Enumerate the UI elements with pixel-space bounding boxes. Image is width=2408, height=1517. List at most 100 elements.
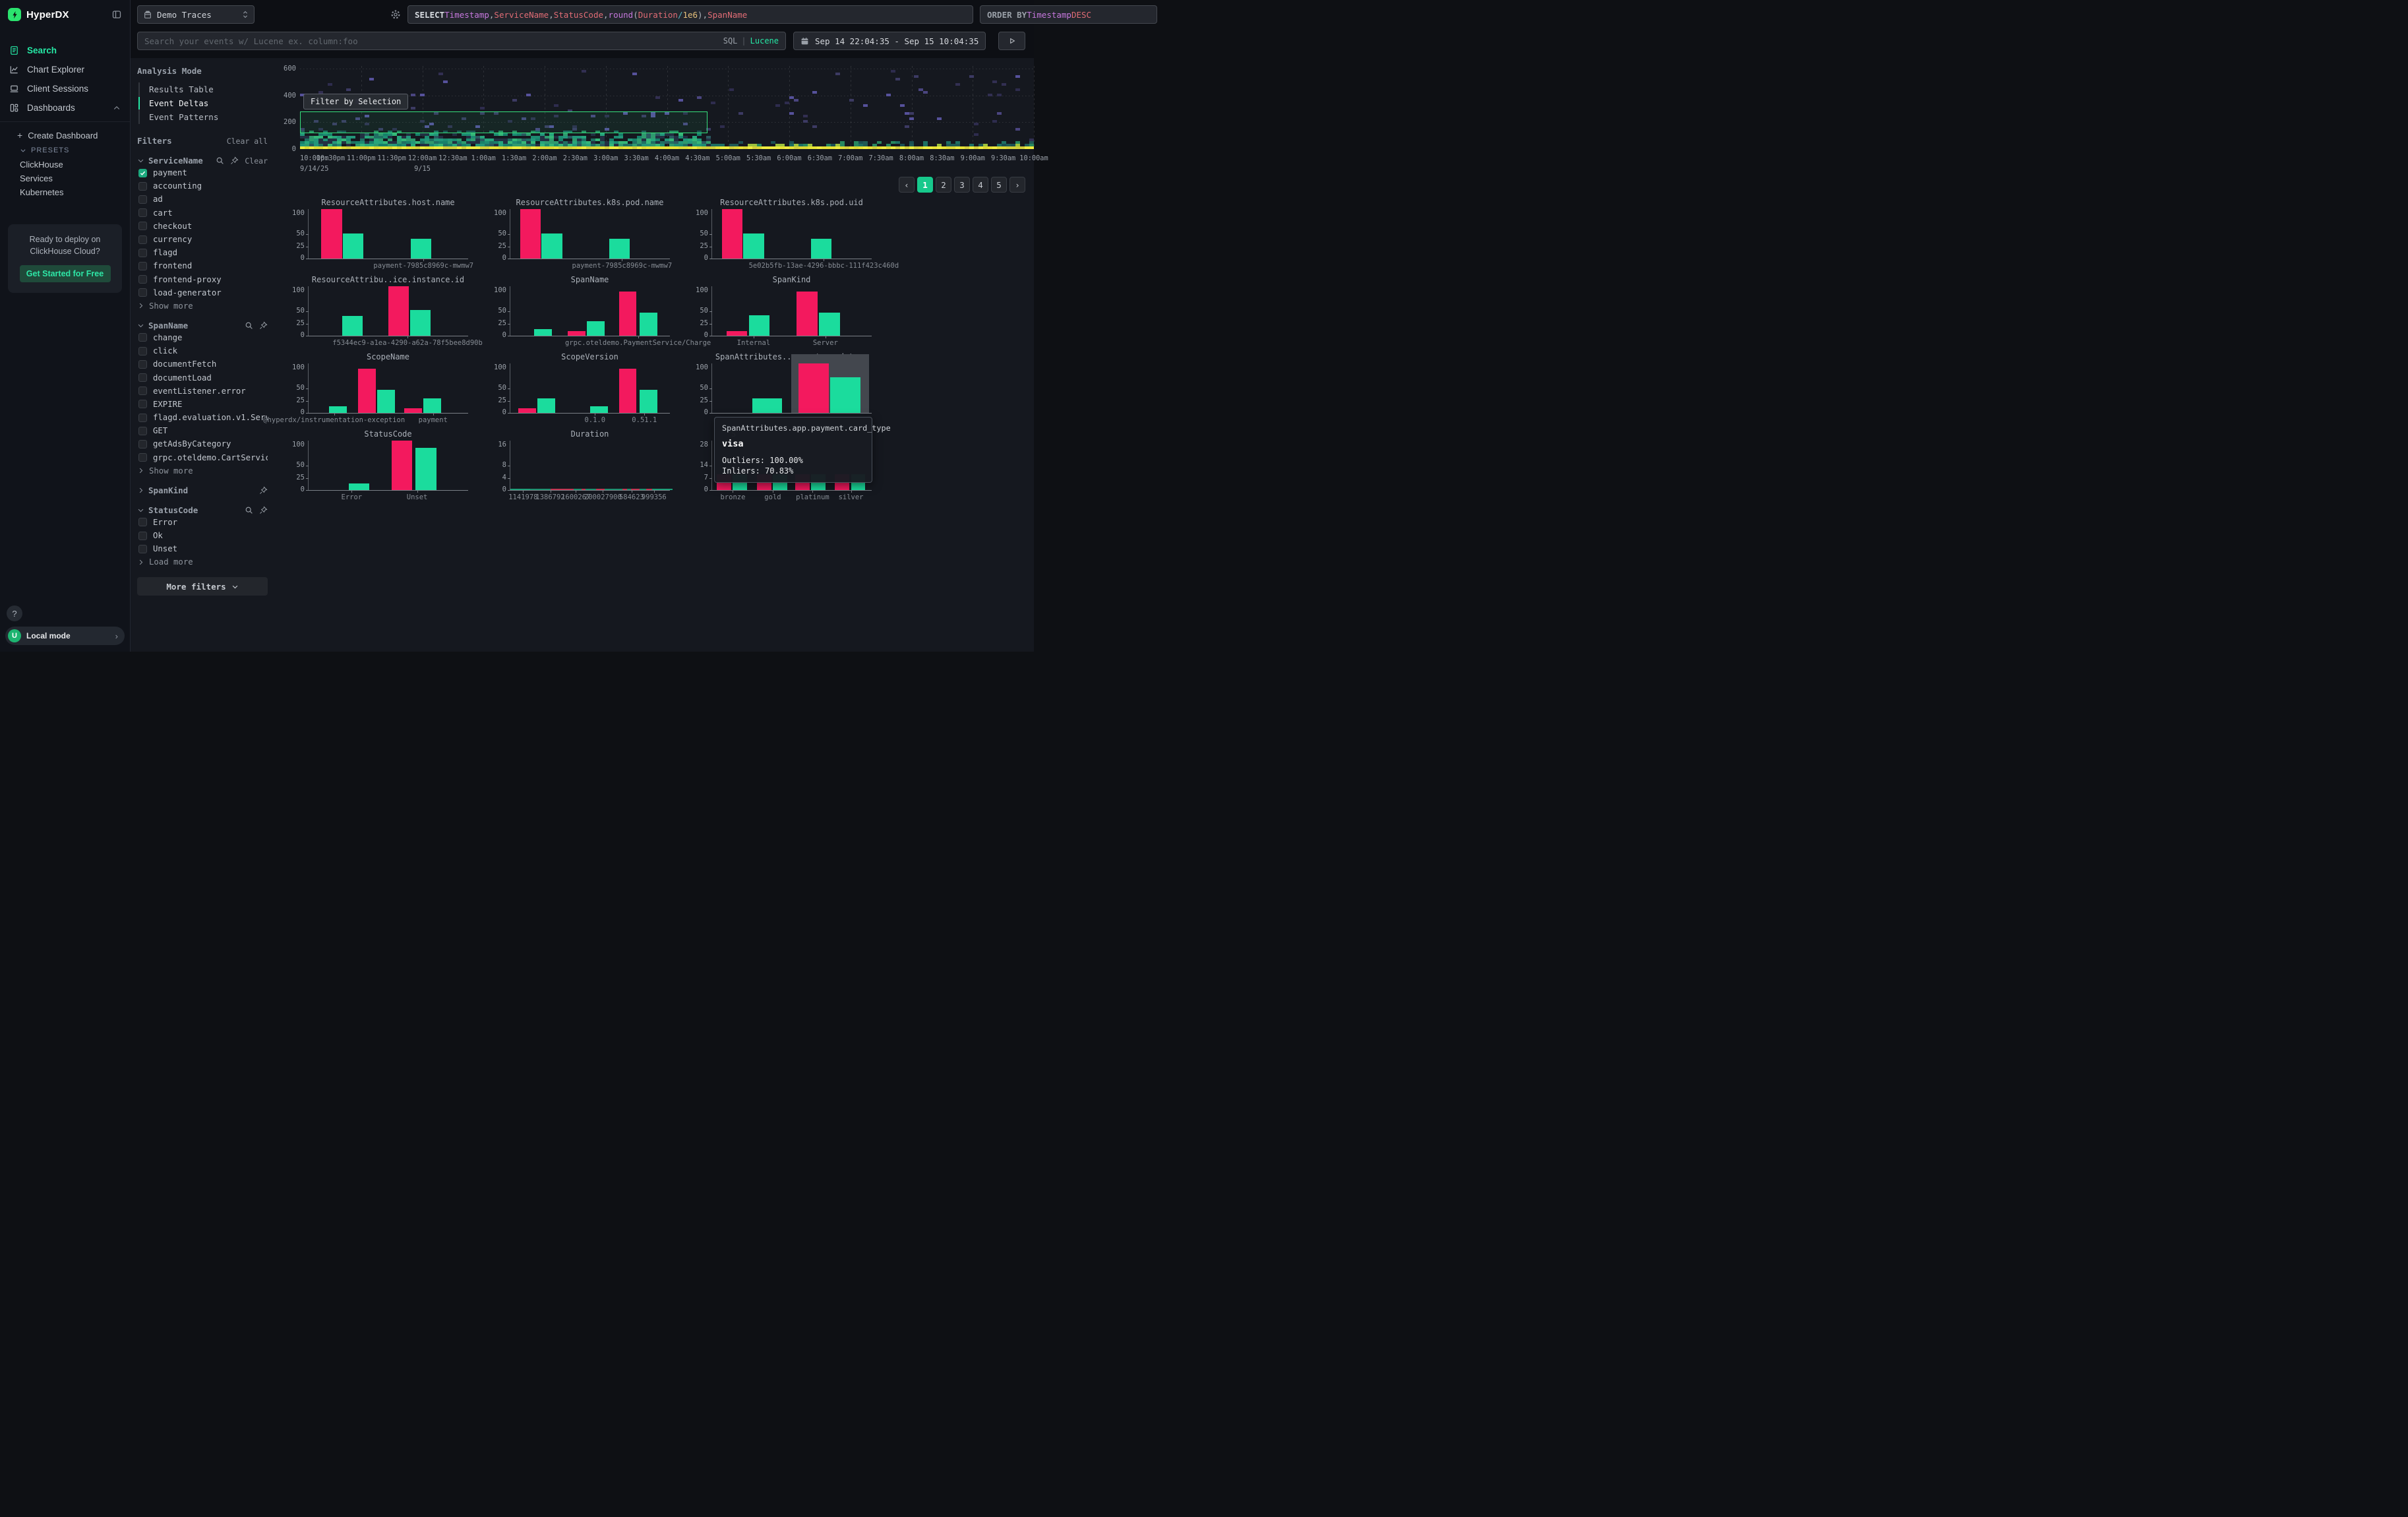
filter-checkbox-frontend[interactable]: frontend xyxy=(137,260,268,272)
chevron-down-icon[interactable] xyxy=(137,157,144,164)
filter-checkbox-grpc-oteldemo-cartservic-[interactable]: grpc.oteldemo.CartServic… xyxy=(137,452,268,464)
filter-checkbox-ad[interactable]: ad xyxy=(137,193,268,205)
sidebar-preset-services[interactable]: Services xyxy=(0,171,130,185)
filter-checkbox-unset[interactable]: Unset xyxy=(137,543,268,555)
outlier-bar[interactable] xyxy=(518,408,536,413)
inlier-bar[interactable] xyxy=(423,398,441,414)
filter-checkbox-frontend-proxy[interactable]: frontend-proxy xyxy=(137,274,268,286)
checkbox[interactable] xyxy=(138,373,147,382)
outlier-bar[interactable] xyxy=(619,369,637,413)
sidebar-preset-kubernetes[interactable]: Kubernetes xyxy=(0,185,130,199)
local-mode-button[interactable]: U Local mode › xyxy=(5,627,125,645)
search-icon[interactable] xyxy=(216,156,224,165)
inlier-bar[interactable] xyxy=(749,315,769,336)
help-button[interactable]: ? xyxy=(7,605,22,621)
filter-section-title[interactable]: SpanName xyxy=(148,321,239,330)
outlier-bar[interactable] xyxy=(797,292,817,336)
events-heatmap[interactable] xyxy=(300,66,1034,149)
checkbox[interactable] xyxy=(138,360,147,369)
gear-icon[interactable] xyxy=(390,9,401,20)
inlier-bar[interactable] xyxy=(752,398,783,414)
selection-rectangle[interactable] xyxy=(300,111,707,133)
search-input[interactable]: Search your events w/ Lucene ex. column:… xyxy=(137,32,786,50)
inlier-bar[interactable] xyxy=(640,313,657,336)
filter-checkbox-error[interactable]: Error xyxy=(137,516,268,528)
outlier-bar[interactable] xyxy=(619,292,637,336)
inlier-bar[interactable] xyxy=(830,377,860,413)
filter-checkbox-change[interactable]: change xyxy=(137,332,268,344)
checkbox[interactable] xyxy=(138,440,147,449)
presets-toggle[interactable]: PRESETS xyxy=(0,143,130,158)
outlier-bar[interactable] xyxy=(727,331,747,336)
outlier-bar[interactable] xyxy=(392,441,412,490)
pagination-page-3[interactable]: 3 xyxy=(954,177,970,193)
chevron-down-icon[interactable] xyxy=(137,507,144,514)
outlier-bar[interactable] xyxy=(358,369,376,413)
filter-show-more-link[interactable]: Show more xyxy=(137,466,268,476)
filter-by-selection-button[interactable]: Filter by Selection xyxy=(303,94,408,109)
inlier-bar[interactable] xyxy=(411,239,431,259)
analysis-mode-event-deltas[interactable]: Event Deltas xyxy=(140,96,268,110)
outlier-bar[interactable] xyxy=(798,363,829,413)
pagination-page-2[interactable]: 2 xyxy=(936,177,951,193)
sidebar-item-client-sessions[interactable]: Client Sessions xyxy=(0,79,130,98)
checkbox[interactable] xyxy=(138,235,147,244)
inlier-bar[interactable] xyxy=(377,390,395,413)
inlier-bar[interactable] xyxy=(640,390,657,413)
checkbox[interactable] xyxy=(138,347,147,356)
checkbox[interactable] xyxy=(138,288,147,297)
lucene-mode-button[interactable]: Lucene xyxy=(750,36,779,46)
chevron-right-icon[interactable] xyxy=(137,487,144,494)
pagination-next-button[interactable]: › xyxy=(1009,177,1025,193)
sidebar-collapse-icon[interactable] xyxy=(111,9,122,20)
inlier-bar[interactable] xyxy=(349,483,369,490)
analysis-mode-results-table[interactable]: Results Table xyxy=(140,82,268,96)
filter-section-title[interactable]: StatusCode xyxy=(148,505,239,515)
checkbox[interactable] xyxy=(138,414,147,422)
inlier-bar[interactable] xyxy=(819,313,839,336)
checkbox[interactable] xyxy=(138,195,147,204)
inlier-bar[interactable] xyxy=(410,310,431,336)
checkbox[interactable] xyxy=(138,400,147,408)
filter-checkbox-flagd[interactable]: flagd xyxy=(137,247,268,259)
pagination-prev-button[interactable]: ‹ xyxy=(899,177,915,193)
inlier-bar[interactable] xyxy=(415,448,436,491)
filter-checkbox-checkout[interactable]: checkout xyxy=(137,220,268,232)
search-icon[interactable] xyxy=(245,321,253,330)
checkbox[interactable] xyxy=(138,545,147,553)
filter-checkbox-get[interactable]: GET xyxy=(137,425,268,437)
filter-checkbox-currency[interactable]: currency xyxy=(137,233,268,245)
filter-checkbox-click[interactable]: click xyxy=(137,345,268,357)
checkbox[interactable] xyxy=(138,169,147,177)
inlier-bar[interactable] xyxy=(609,239,630,259)
pin-icon[interactable] xyxy=(259,321,268,330)
inlier-bar[interactable] xyxy=(590,406,608,413)
inlier-bar[interactable] xyxy=(534,329,552,336)
filter-load-more-link[interactable]: Load more xyxy=(137,557,268,567)
chevron-down-icon[interactable] xyxy=(137,322,144,329)
checkbox[interactable] xyxy=(138,333,147,342)
checkbox[interactable] xyxy=(138,249,147,257)
outlier-bar[interactable] xyxy=(722,209,742,259)
clear-filter-button[interactable]: Clear xyxy=(245,156,268,166)
time-range-picker[interactable]: Sep 14 22:04:35 - Sep 15 10:04:35 xyxy=(793,32,986,50)
checkbox[interactable] xyxy=(138,275,147,284)
pagination-page-4[interactable]: 4 xyxy=(973,177,988,193)
checkbox[interactable] xyxy=(138,453,147,462)
pin-icon[interactable] xyxy=(230,156,239,165)
pagination-page-1[interactable]: 1 xyxy=(917,177,933,193)
checkbox[interactable] xyxy=(138,208,147,217)
run-query-button[interactable] xyxy=(998,32,1025,50)
get-started-button[interactable]: Get Started for Free xyxy=(20,265,111,282)
filter-show-more-link[interactable]: Show more xyxy=(137,301,268,311)
inlier-bar[interactable] xyxy=(537,398,555,414)
filter-checkbox-documentfetch[interactable]: documentFetch xyxy=(137,358,268,370)
sql-query-input[interactable]: SELECT Timestamp, ServiceName, StatusCod… xyxy=(407,5,973,24)
inlier-bar[interactable] xyxy=(541,233,562,259)
checkbox[interactable] xyxy=(138,262,147,270)
checkbox[interactable] xyxy=(138,222,147,230)
inlier-bar[interactable] xyxy=(811,239,831,259)
outlier-bar[interactable] xyxy=(568,331,586,336)
outlier-bar[interactable] xyxy=(321,209,342,259)
filter-checkbox-eventlistener-error[interactable]: eventListener.error xyxy=(137,385,268,397)
